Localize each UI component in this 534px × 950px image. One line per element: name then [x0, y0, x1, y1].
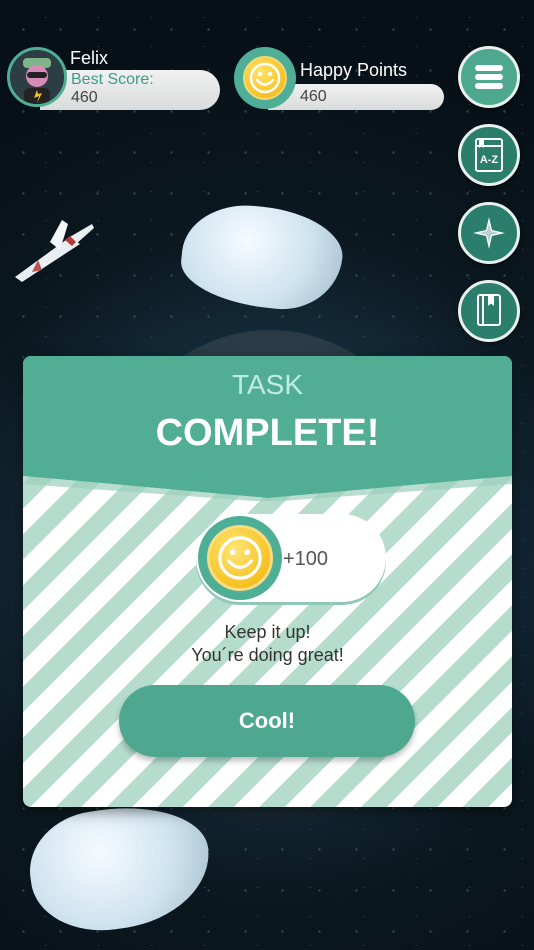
message-line-1: Keep it up!: [224, 622, 311, 642]
best-score-value: 460: [71, 89, 98, 106]
task-complete-dialog: TASK COMPLETE! +100 Keep it up! You´re d…: [23, 356, 512, 807]
dialog-title-top: TASK: [231, 369, 304, 400]
smiley-icon: [249, 62, 281, 94]
book-button[interactable]: [458, 280, 520, 342]
smiley-icon: [218, 536, 262, 580]
airplane: [15, 220, 94, 282]
happy-points-value: 460: [300, 88, 327, 105]
reward-coin: [198, 516, 282, 600]
happy-points-label: Happy Points: [300, 60, 408, 80]
happy-points-bar: [268, 84, 444, 110]
compass-button[interactable]: [458, 202, 520, 264]
dictionary-az-icon: A-Z: [475, 138, 503, 172]
best-score-label: Best Score:: [71, 71, 154, 88]
dictionary-button[interactable]: A-Z: [458, 124, 520, 186]
compass-icon: [473, 217, 505, 249]
cool-button[interactable]: Cool!: [119, 685, 415, 757]
menu-icon: [475, 65, 503, 89]
dialog-title-main: COMPLETE!: [155, 412, 380, 454]
menu-button[interactable]: [458, 46, 520, 108]
player-name: Felix: [70, 48, 109, 68]
player-avatar[interactable]: [7, 47, 67, 107]
happy-points-coin: [234, 47, 296, 109]
dictionary-label: A-Z: [480, 154, 499, 166]
reward-amount: +100: [283, 548, 329, 570]
message-line-2: You´re doing great!: [191, 645, 344, 665]
book-icon: [477, 294, 501, 326]
